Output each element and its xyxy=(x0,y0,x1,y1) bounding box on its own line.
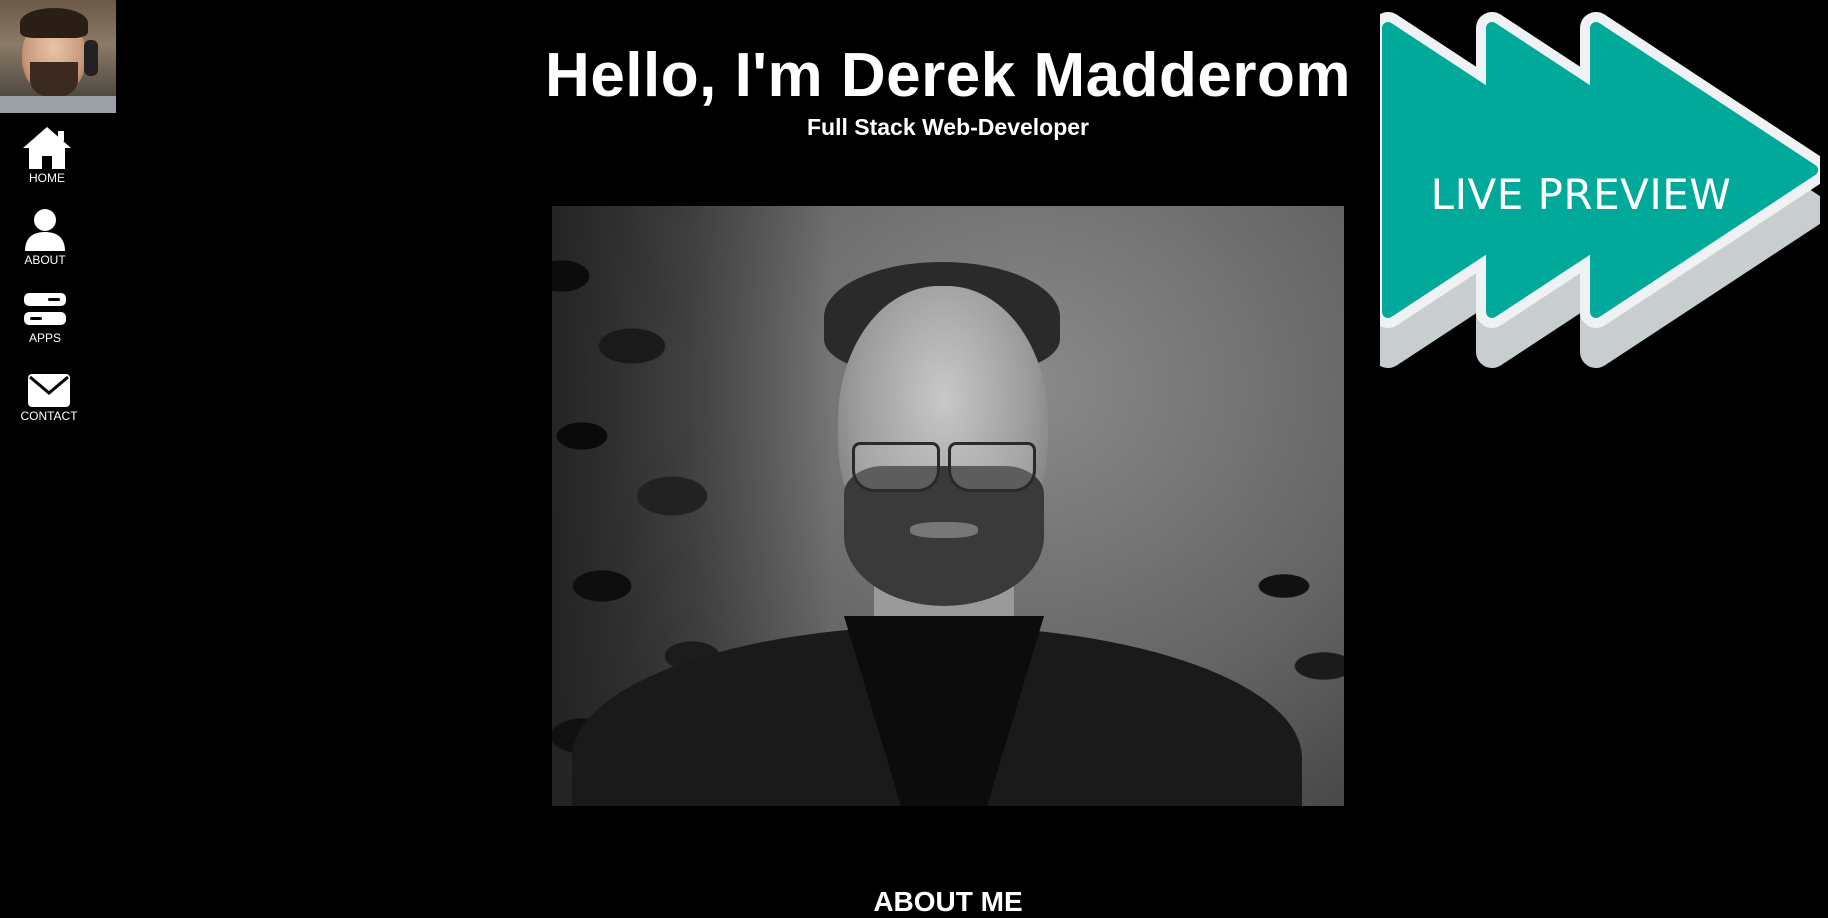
envelope-icon xyxy=(28,374,70,407)
sidebar-item-label: HOME xyxy=(29,171,65,185)
sidebar-item-label: CONTACT xyxy=(20,409,78,423)
about-heading: ABOUT ME xyxy=(873,886,1023,917)
photo-glasses-right-lens xyxy=(948,442,1036,492)
sidebar-item-about[interactable]: ABOUT xyxy=(0,208,90,267)
sidebar-item-apps[interactable]: APPS xyxy=(0,290,90,345)
live-preview-button[interactable]: LIVE PREVIEW xyxy=(1380,8,1820,374)
apps-icon xyxy=(24,293,66,325)
sidebar-item-label: APPS xyxy=(28,331,61,345)
sidebar-item-contact[interactable]: CONTACT xyxy=(4,372,94,423)
photo-glasses-left-lens xyxy=(852,442,940,492)
photo-glasses xyxy=(852,442,1036,492)
profile-photo xyxy=(552,206,1344,806)
live-preview-label: LIVE PREVIEW xyxy=(1430,170,1732,219)
person-icon xyxy=(25,209,65,251)
sidebar-item-label: ABOUT xyxy=(24,253,66,267)
photo-mouth xyxy=(910,522,978,538)
avatar-hair xyxy=(20,8,88,38)
